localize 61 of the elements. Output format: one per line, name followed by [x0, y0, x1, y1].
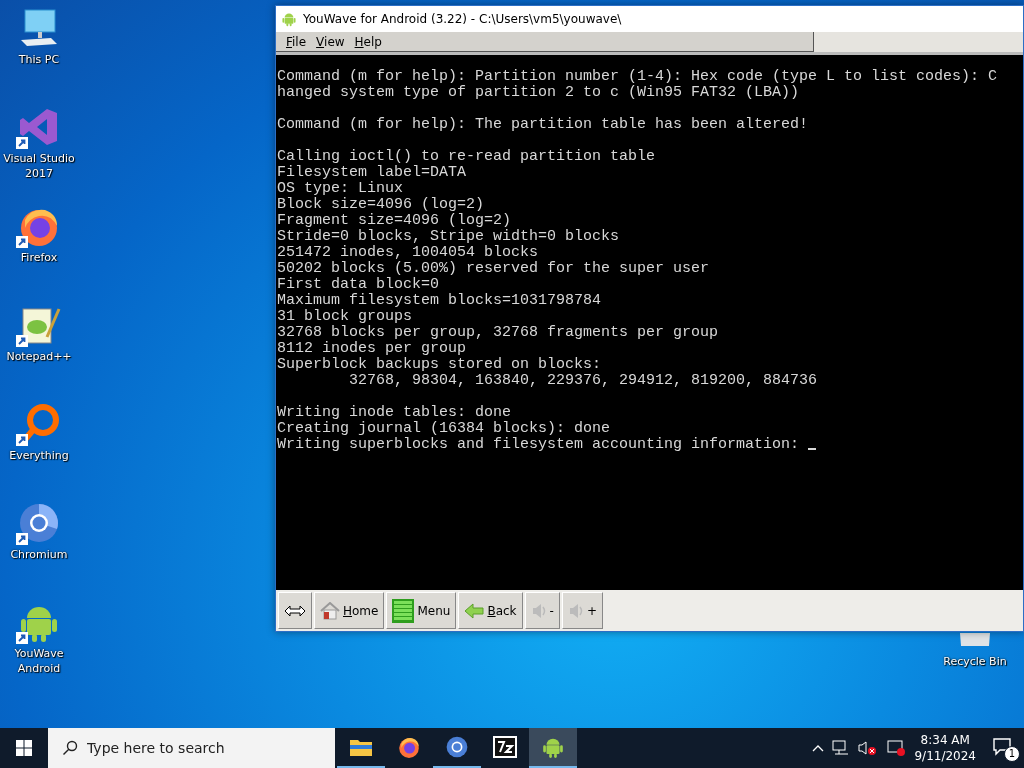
menu-item[interactable]: Help	[350, 34, 386, 49]
icon-label[interactable]: Chromium	[2, 547, 76, 562]
terminal-line: 32768 blocks per group, 32768 fragments per group	[277, 325, 720, 341]
resize-button[interactable]	[278, 592, 312, 629]
chromium-icon	[17, 501, 61, 545]
home-button[interactable]: Home	[314, 592, 385, 629]
terminal-line: Stride=0 blocks, Stripe width=0 blocks	[277, 229, 621, 245]
terminal-line: First data block=0	[277, 277, 441, 293]
terminal-line: Block size=4096 (log=2)	[277, 197, 486, 213]
terminal-line: Writing inode tables: done	[277, 405, 513, 421]
terminal-line: 251472 inodes, 1004054 blocks	[277, 245, 540, 261]
icon-label[interactable]: Visual Studio 2017	[2, 151, 76, 181]
icon-label[interactable]: Recycle Bin	[938, 654, 1012, 669]
menu-item[interactable]: File	[282, 34, 311, 49]
terminal-line: Command (m for help): The partition table has been altered!	[277, 117, 810, 133]
icon-label[interactable]: YouWave Android	[2, 646, 76, 676]
left-arrow-icon	[464, 602, 485, 619]
volume-button[interactable]: -	[524, 592, 560, 629]
icon-label[interactable]: This PC	[2, 52, 76, 67]
terminal-line: Filesystem label=DATA	[277, 165, 468, 181]
chromium-icon	[445, 735, 469, 759]
folder-icon	[349, 737, 373, 757]
menu-item[interactable]: View	[312, 34, 349, 49]
terminal-line: hanged system type of partition 2 to c (Win95 FAT32 (LBA))	[277, 85, 801, 101]
terminal-line: 8112 inodes per group	[277, 341, 468, 357]
back-button[interactable]: Back	[458, 592, 523, 629]
terminal-line: Writing superblocks and filesystem accounting information:	[277, 437, 1023, 453]
terminal-line: Superblock backups stored on blocks:	[277, 357, 603, 373]
menu-button[interactable]: Menu	[386, 592, 457, 629]
terminal-line: Creating journal (16384 blocks): done	[277, 421, 612, 437]
window-title: YouWave for Android (3.22) - C:\Users\vm5\youwave\	[303, 12, 622, 26]
icon-label[interactable]: Firefox	[2, 250, 76, 265]
windows-logo-icon[interactable]	[16, 740, 32, 756]
terminal-line: Command (m for help): Partition number (1-4): Hex code (type L to list codes): C	[277, 69, 999, 85]
menu-bars-icon	[392, 598, 415, 623]
icon-label[interactable]: Everything	[2, 448, 76, 463]
terminal-line: Calling ioctl() to re-read partition table	[277, 149, 657, 165]
icon-label[interactable]: Notepad++	[2, 349, 76, 364]
volume-button[interactable]: +	[561, 592, 603, 629]
terminal-line: OS type: Linux	[277, 181, 405, 197]
terminal-line: 50202 blocks (5.00%) reserved for the super user	[277, 261, 711, 277]
terminal-line: Maximum filesystem blocks=1031798784	[277, 293, 603, 309]
double-arrow-icon	[284, 604, 306, 617]
terminal-line: 32768, 98304, 163840, 229376, 294912, 819200, 884736	[348, 373, 819, 389]
speaker-icon	[530, 601, 547, 620]
house-icon	[320, 601, 340, 620]
terminal-line: 31 block groups	[277, 309, 414, 325]
network-icon[interactable]	[832, 740, 851, 756]
android-robot-icon	[281, 11, 297, 27]
clock-time[interactable]: 8:34 AM	[920, 732, 970, 748]
terminal-line: Fragment size=4096 (log=2)	[277, 213, 513, 229]
chevron-up-icon[interactable]	[812, 744, 825, 752]
fox-globe-icon	[397, 735, 421, 759]
muted-speaker-icon[interactable]	[858, 740, 879, 756]
search-field[interactable]: Type here to search	[48, 728, 335, 768]
clock-date[interactable]: 9/11/2024	[914, 748, 976, 764]
monitor-alert-icon[interactable]	[886, 739, 907, 757]
archive-logo-icon	[493, 736, 517, 758]
speaker-icon	[567, 601, 584, 620]
notification-count: 1	[1004, 746, 1020, 762]
notification-icon[interactable]	[992, 736, 1012, 756]
